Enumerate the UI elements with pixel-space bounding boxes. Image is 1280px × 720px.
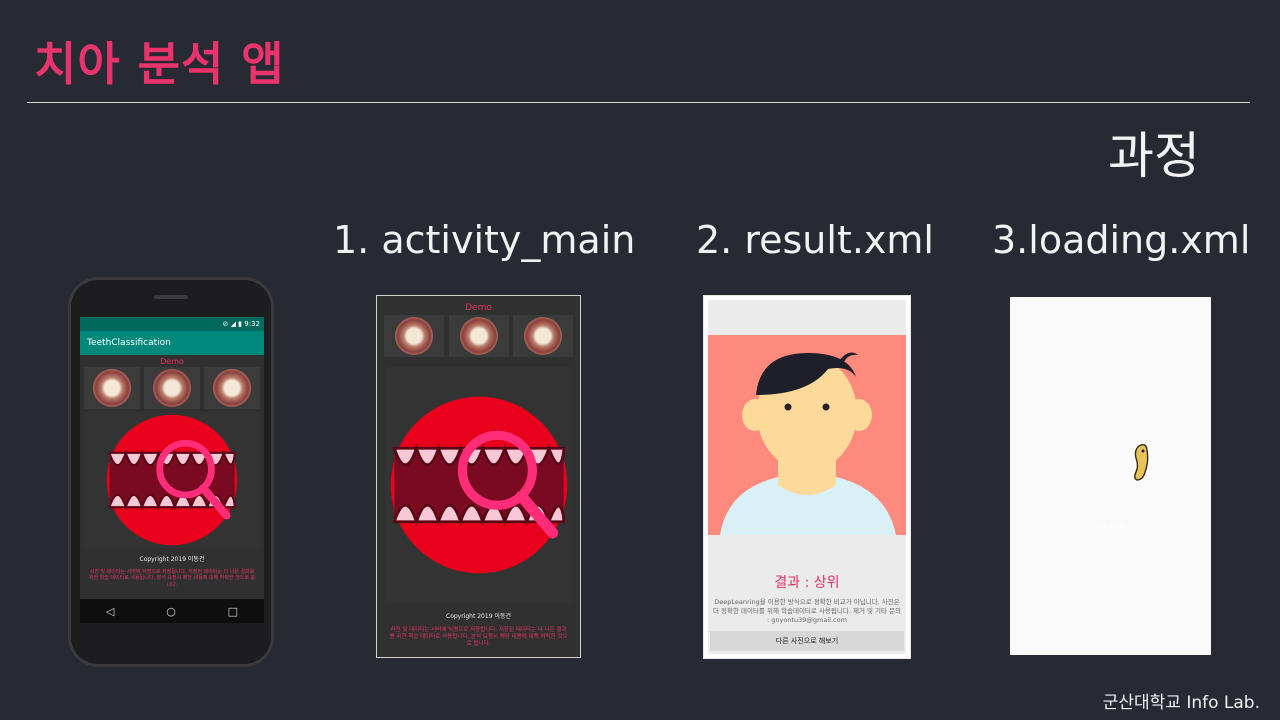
demo-thumb-2[interactable]: [448, 315, 509, 357]
teeth-photo-icon: [213, 369, 251, 407]
section-label: 과정: [1108, 127, 1200, 185]
step-label-loading: 3.loading.xml: [992, 218, 1251, 262]
app-bar: TeethClassification: [80, 331, 264, 355]
teeth-photo-icon: [93, 369, 131, 407]
demo-label: Demo: [160, 357, 184, 366]
status-time: 9:32: [244, 320, 260, 328]
analyze-image-button[interactable]: [84, 412, 260, 548]
result-portrait-image: [708, 335, 906, 535]
home-icon[interactable]: ○: [166, 605, 176, 618]
activity-main-preview: Demo Copyright 2019 이동건 사진 및 데이터는 서버에 익명…: [376, 295, 581, 658]
person-avatar-icon: [708, 335, 906, 535]
teeth-magnifier-icon: [390, 396, 567, 574]
back-icon[interactable]: ◁: [106, 605, 114, 618]
loading-text: loading: [1095, 521, 1126, 530]
privacy-notice: 사진 및 데이터는 서버에 익명으로 저장됩니다. 저장된 데이터는 더 나은 …: [88, 569, 256, 588]
result-preview: 결과 : 상위 DeepLeanring을 이용한 방식으로 정확한 비교가 아…: [703, 295, 911, 659]
result-description: DeepLeanring을 이용한 방식으로 정확한 비교가 아닙니다. 사진은…: [712, 598, 902, 624]
demo-thumb-1[interactable]: [84, 367, 140, 409]
privacy-notice: 사진 및 데이터는 서버에 익명으로 저장됩니다. 저장된 데이터는 더 나은 …: [389, 627, 568, 647]
retry-photo-button[interactable]: 다른 사진으로 해보기: [710, 631, 904, 651]
teeth-photo-icon: [524, 317, 562, 355]
loading-animation-icon: [1134, 443, 1149, 481]
result-screen: 결과 : 상위 DeepLeanring을 이용한 방식으로 정확한 비교가 아…: [708, 300, 906, 654]
teeth-photo-icon: [459, 317, 498, 355]
result-label: 결과 : 상위: [774, 575, 840, 591]
copyright-text: Copyright 2019 이동건: [446, 613, 511, 620]
phone-screen: ⊘ ◢ ▮ 9:32 TeethClassification Demo Copy…: [80, 317, 264, 623]
status-bar: ⊘ ◢ ▮ 9:32: [80, 317, 264, 331]
demo-thumb-3[interactable]: [513, 315, 573, 357]
demo-thumb-3[interactable]: [204, 367, 260, 409]
loading-preview: loading: [1010, 297, 1211, 655]
footer-credit: 군산대학교 Info Lab.: [1102, 693, 1260, 713]
copyright-text: Copyright 2019 이동건: [139, 556, 205, 563]
slide-title: 치아 분석 앱: [34, 37, 285, 91]
title-divider: [27, 102, 1250, 103]
demo-thumb-1[interactable]: [384, 315, 444, 357]
step-label-result: 2. result.xml: [696, 218, 934, 262]
demo-thumbnails: [377, 313, 580, 359]
recents-icon[interactable]: □: [228, 605, 238, 618]
phone-speaker: [154, 295, 188, 299]
demo-thumbnails: [80, 366, 264, 410]
demo-label: Demo: [465, 303, 492, 313]
demo-thumb-2[interactable]: [144, 367, 200, 409]
phone-device: ⊘ ◢ ▮ 9:32 TeethClassification Demo Copy…: [68, 277, 274, 667]
step-label-activity-main: 1. activity_main: [333, 218, 636, 262]
nav-bar: ◁ ○ □: [80, 599, 264, 623]
teeth-photo-icon: [153, 369, 191, 407]
analyze-image-button[interactable]: [385, 367, 572, 603]
teeth-magnifier-icon: [106, 414, 238, 546]
teeth-photo-icon: [395, 317, 433, 355]
app-title: TeethClassification: [87, 338, 171, 348]
